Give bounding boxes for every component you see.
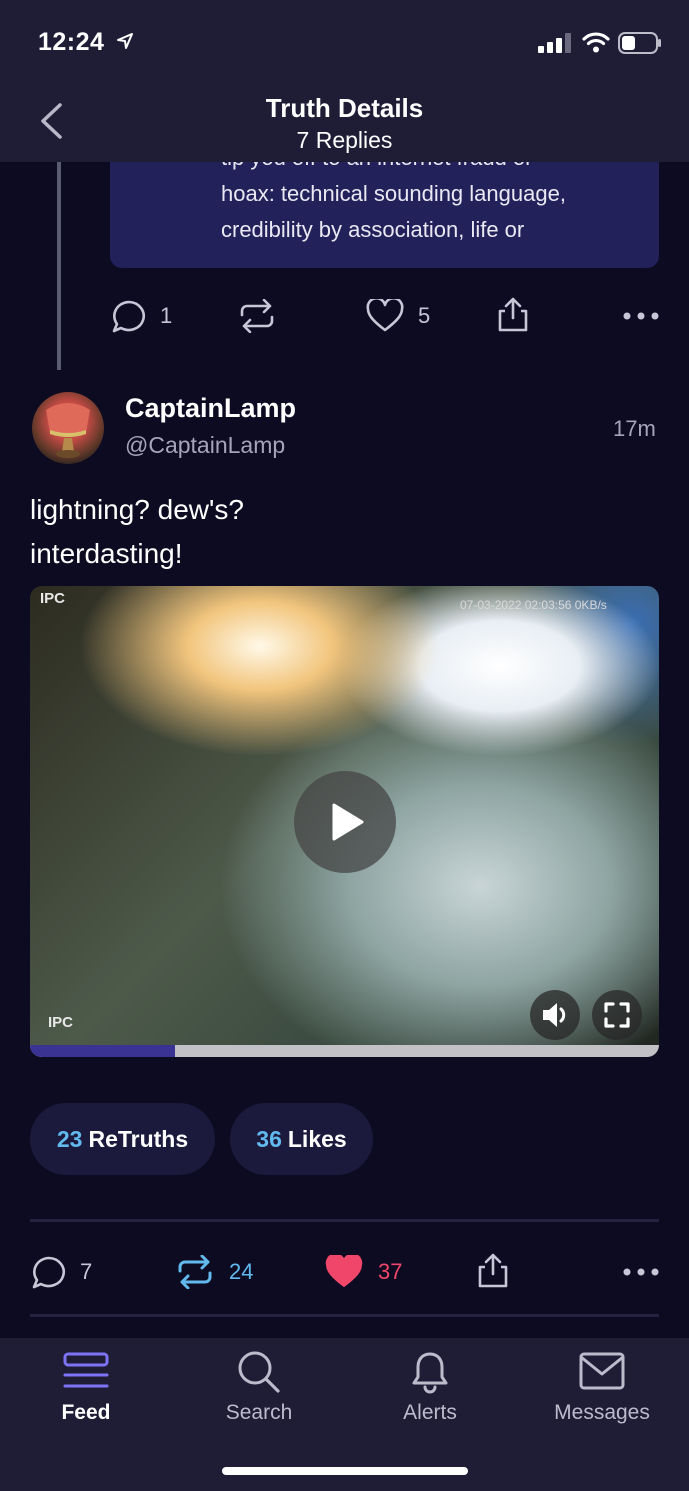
tab-search-label: Search [225,1401,293,1424]
play-icon [332,803,364,841]
reply-retruth-icon[interactable] [238,299,276,333]
battery-icon [618,32,661,54]
post-text-line-1: lightning? dew's? [30,494,244,525]
video-player[interactable]: IPC 07-03-2022 02:03:56 0KB/s IPC [30,586,659,1057]
likes-label: Likes [287,1125,347,1152]
lamp-avatar-image [46,403,90,458]
wifi-icon [582,32,610,53]
fullscreen-icon [604,1002,630,1028]
likes-count: 36 [256,1125,282,1152]
reply-count-subtitle: 7 Replies [296,127,393,153]
fullscreen-button[interactable] [592,990,642,1040]
video-overlay-timestamp: 07-03-2022 02:03:56 0KB/s [460,598,607,612]
retruths-count: 23 [56,1125,83,1152]
play-button[interactable] [294,771,396,873]
post-text-line-2: interdasting! [30,538,183,569]
quoted-line-2: hoax: technical sounding language, [221,181,566,206]
video-overlay-label-bottom: IPC [48,1014,74,1031]
retruths-pill[interactable]: 23 ReTruths [30,1103,215,1175]
divider-top [30,1219,659,1222]
search-icon [238,1351,280,1393]
comment-count: 7 [80,1259,93,1284]
reply-more-icon[interactable] [622,311,660,321]
feed-icon [63,1352,109,1388]
reply-comment-count: 1 [160,303,173,328]
reply-heart-icon[interactable] [366,299,404,333]
cellular-signal-icon [538,33,571,53]
heart-filled-icon[interactable] [325,1255,363,1289]
retruth-icon[interactable] [176,1255,214,1289]
retruths-label: ReTruths [88,1125,189,1152]
reply-share-icon[interactable] [497,296,529,332]
retruth-count: 24 [229,1259,254,1284]
page-title: Truth Details [265,93,424,123]
status-time: 12:24 [38,28,105,56]
location-arrow-icon [117,33,133,49]
video-progress-fill [30,1045,175,1057]
video-overlay-label-top: IPC [40,590,66,607]
tab-alerts[interactable]: Alerts [360,1338,500,1448]
quoted-line-3: credibility by association, life or [221,217,525,242]
share-icon[interactable] [477,1252,509,1288]
volume-button[interactable] [530,990,580,1040]
tab-feed-label: Feed [61,1401,111,1424]
envelope-icon [579,1352,625,1390]
post-text: lightning? dew's? interdasting! [30,488,650,576]
likes-pill[interactable]: 36 Likes [230,1103,373,1175]
post-timestamp: 17m [613,416,656,441]
speaker-icon [543,1003,566,1027]
reply-comment-icon[interactable] [111,299,147,335]
author-avatar[interactable] [32,392,104,464]
like-count: 37 [378,1259,403,1284]
tab-feed[interactable]: Feed [16,1338,156,1448]
top-bar: 12:24 Truth Details 7 Replies [0,0,689,162]
reply-like-count: 5 [418,303,431,328]
author-name[interactable]: CaptainLamp [125,393,296,424]
tab-messages-label: Messages [554,1401,650,1424]
tab-alerts-label: Alerts [403,1401,457,1424]
bell-icon [412,1352,448,1394]
more-options-icon[interactable] [622,1267,660,1277]
tab-messages[interactable]: Messages [532,1338,672,1448]
tab-search[interactable]: Search [189,1338,329,1448]
author-handle[interactable]: @CaptainLamp [125,432,285,459]
comment-icon[interactable] [31,1255,67,1291]
home-indicator[interactable] [222,1467,468,1475]
thread-line [57,162,61,370]
divider-bottom [30,1314,659,1317]
